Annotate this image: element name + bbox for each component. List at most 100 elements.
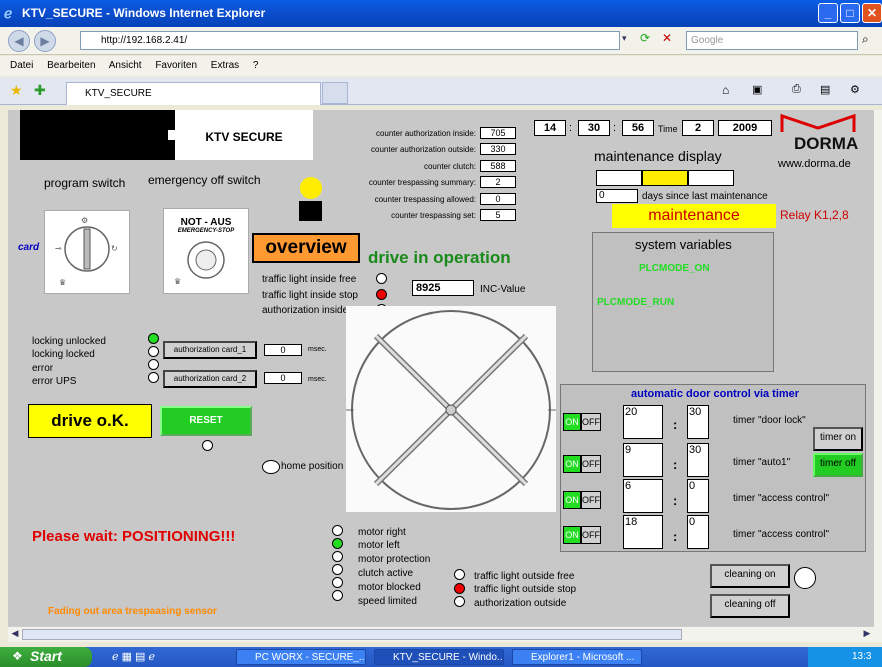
timer-1-off-button[interactable]: OFF — [581, 413, 601, 431]
task-explorer[interactable]: Explorer1 - Microsoft ... — [512, 649, 642, 665]
logo-black-area — [20, 110, 175, 160]
speed-limited-label: speed limited — [358, 596, 417, 607]
menu-bar: Datei Bearbeiten Ansicht Favoriten Extra… — [0, 56, 882, 76]
locking-unlocked-label: locking unlocked — [32, 336, 106, 347]
home-icon[interactable]: ⌂ — [722, 83, 729, 97]
motor-left-lamp — [332, 538, 343, 549]
tools-icon[interactable]: ⚙ — [850, 83, 860, 96]
svg-text:↻: ↻ — [111, 244, 118, 253]
quicklaunch-icons[interactable]: ℯ ▦ ▤ ℯ — [112, 650, 155, 663]
timer-2-on-button[interactable]: ON — [563, 455, 581, 473]
outside-light-free-label: traffic light outside free — [474, 571, 575, 582]
timer-3-hour[interactable]: 6 — [623, 479, 663, 513]
timer-4-minute[interactable]: 0 — [687, 515, 709, 549]
cleaning-on-button[interactable]: cleaning on — [710, 564, 790, 588]
tab-bar: ★ ✚ KTV_SECURE ⌂ ▣ ⎙ ▤ ⚙ — [0, 77, 882, 105]
program-switch-label: program switch — [44, 176, 126, 190]
menu-extras[interactable]: Extras — [211, 60, 239, 71]
outside-light-free-lamp — [454, 569, 465, 580]
emergency-stop-image[interactable]: NOT - AUS EMERGENCY-STOP ♛ — [163, 208, 249, 294]
tab-ktv-secure[interactable]: KTV_SECURE — [66, 82, 321, 105]
horizontal-scrollbar[interactable]: ◀ ▶ — [8, 626, 874, 642]
stop-icon[interactable]: ✕ — [662, 31, 672, 45]
menu-help[interactable]: ? — [253, 60, 259, 71]
menu-favoriten[interactable]: Favoriten — [155, 60, 197, 71]
clock-sep-2: : — [613, 122, 617, 134]
vertical-scrollbar[interactable] — [874, 110, 882, 642]
address-toolbar: ◀ ▶ http://192.168.2.41/ ▾ ⟳ ✕ Google ⌕ — [0, 27, 882, 55]
motor-blocked-lamp — [332, 577, 343, 588]
timer-1-on-button[interactable]: ON — [563, 413, 581, 431]
timer-2-minute[interactable]: 30 — [687, 443, 709, 477]
timer-2-hour[interactable]: 9 — [623, 443, 663, 477]
clock-minute: 30 — [578, 120, 610, 136]
scroll-left-icon[interactable]: ◀ — [8, 628, 22, 642]
maint-bar-1 — [596, 170, 642, 186]
counter-label-5: counter trespassing set: — [391, 211, 476, 220]
timer-1-minute[interactable]: 30 — [687, 405, 709, 439]
motor-left-label: motor left — [358, 540, 400, 551]
outside-light-stop-label: traffic light outside stop — [474, 584, 577, 595]
clutch-active-label: clutch active — [358, 568, 414, 579]
revolving-door-icon — [346, 310, 556, 510]
outside-light-stop-lamp — [454, 583, 465, 594]
task-pc-worx[interactable]: PC WORX - SECURE_... — [236, 649, 366, 665]
favorites-star-icon[interactable]: ★ — [10, 82, 23, 99]
maximize-button[interactable]: □ — [840, 3, 860, 23]
timer-4-off-button[interactable]: OFF — [581, 526, 601, 544]
svg-text:♛: ♛ — [59, 278, 66, 287]
clock-second: 56 — [622, 120, 654, 136]
cleaning-off-button[interactable]: cleaning off — [710, 594, 790, 618]
speed-limited-lamp — [332, 590, 343, 601]
counter-value-3: 2 — [480, 176, 516, 188]
locking-locked-lamp — [148, 346, 159, 357]
search-icon[interactable]: ⌕ — [862, 32, 869, 47]
feeds-icon[interactable]: ▣ — [752, 83, 762, 96]
refresh-icon[interactable]: ⟳ — [640, 31, 650, 45]
timer-off-button[interactable]: timer off — [813, 453, 863, 477]
timer-1-hour[interactable]: 20 — [623, 405, 663, 439]
timer-3-on-button[interactable]: ON — [563, 491, 581, 509]
close-button[interactable]: ✕ — [862, 3, 882, 23]
counter-value-1: 330 — [480, 143, 516, 155]
timer-on-button[interactable]: timer on — [813, 427, 863, 451]
counter-label-2: counter clutch: — [423, 162, 476, 171]
timer-3-off-button[interactable]: OFF — [581, 491, 601, 509]
scroll-thumb[interactable] — [22, 629, 682, 640]
overview-button[interactable]: overview — [252, 233, 360, 263]
new-tab-button[interactable] — [322, 82, 348, 104]
dropdown-icon[interactable]: ▾ — [622, 33, 636, 49]
scroll-right-icon[interactable]: ▶ — [860, 628, 874, 642]
maintenance-display-title: maintenance display — [594, 148, 722, 164]
back-button[interactable]: ◀ — [8, 30, 30, 52]
minimize-button[interactable]: _ — [818, 3, 838, 23]
msec-label-1: msec. — [308, 346, 327, 353]
reset-button[interactable]: RESET — [160, 406, 252, 436]
page-icon[interactable]: ▤ — [820, 83, 830, 96]
brand-url: www.dorma.de — [778, 158, 851, 170]
days-value: 0 — [596, 189, 638, 203]
print-icon[interactable]: ⎙ — [792, 83, 801, 96]
menu-datei[interactable]: Datei — [10, 60, 33, 71]
task-ktv-secure[interactable]: KTV_SECURE - Windo... — [374, 649, 504, 665]
motor-protection-lamp — [332, 551, 343, 562]
timer-3-minute[interactable]: 0 — [687, 479, 709, 513]
drive-status-text: drive in operation — [368, 248, 511, 267]
timer-3-sep: : — [673, 493, 678, 508]
auth-card-2-button[interactable]: authorization card_2 — [163, 370, 257, 388]
program-switch-image[interactable]: ⚙ ⊸ ↻ ♛ — [44, 210, 130, 294]
address-input[interactable]: http://192.168.2.41/ — [80, 31, 620, 50]
svg-text:⊸: ⊸ — [55, 244, 62, 253]
forward-button[interactable]: ▶ — [34, 30, 56, 52]
menu-bearbeiten[interactable]: Bearbeiten — [47, 60, 95, 71]
auth-card-1-button[interactable]: authorization card_1 — [163, 341, 257, 359]
menu-ansicht[interactable]: Ansicht — [109, 60, 142, 71]
timer-4-on-button[interactable]: ON — [563, 526, 581, 544]
timer-2-off-button[interactable]: OFF — [581, 455, 601, 473]
search-input[interactable]: Google — [686, 31, 858, 50]
timer-4-hour[interactable]: 18 — [623, 515, 663, 549]
timer-panel-title: automatic door control via timer — [631, 388, 800, 400]
add-favorite-icon[interactable]: ✚ — [34, 82, 46, 99]
inc-value: 8925 — [412, 280, 474, 296]
clutch-active-lamp — [332, 564, 343, 575]
